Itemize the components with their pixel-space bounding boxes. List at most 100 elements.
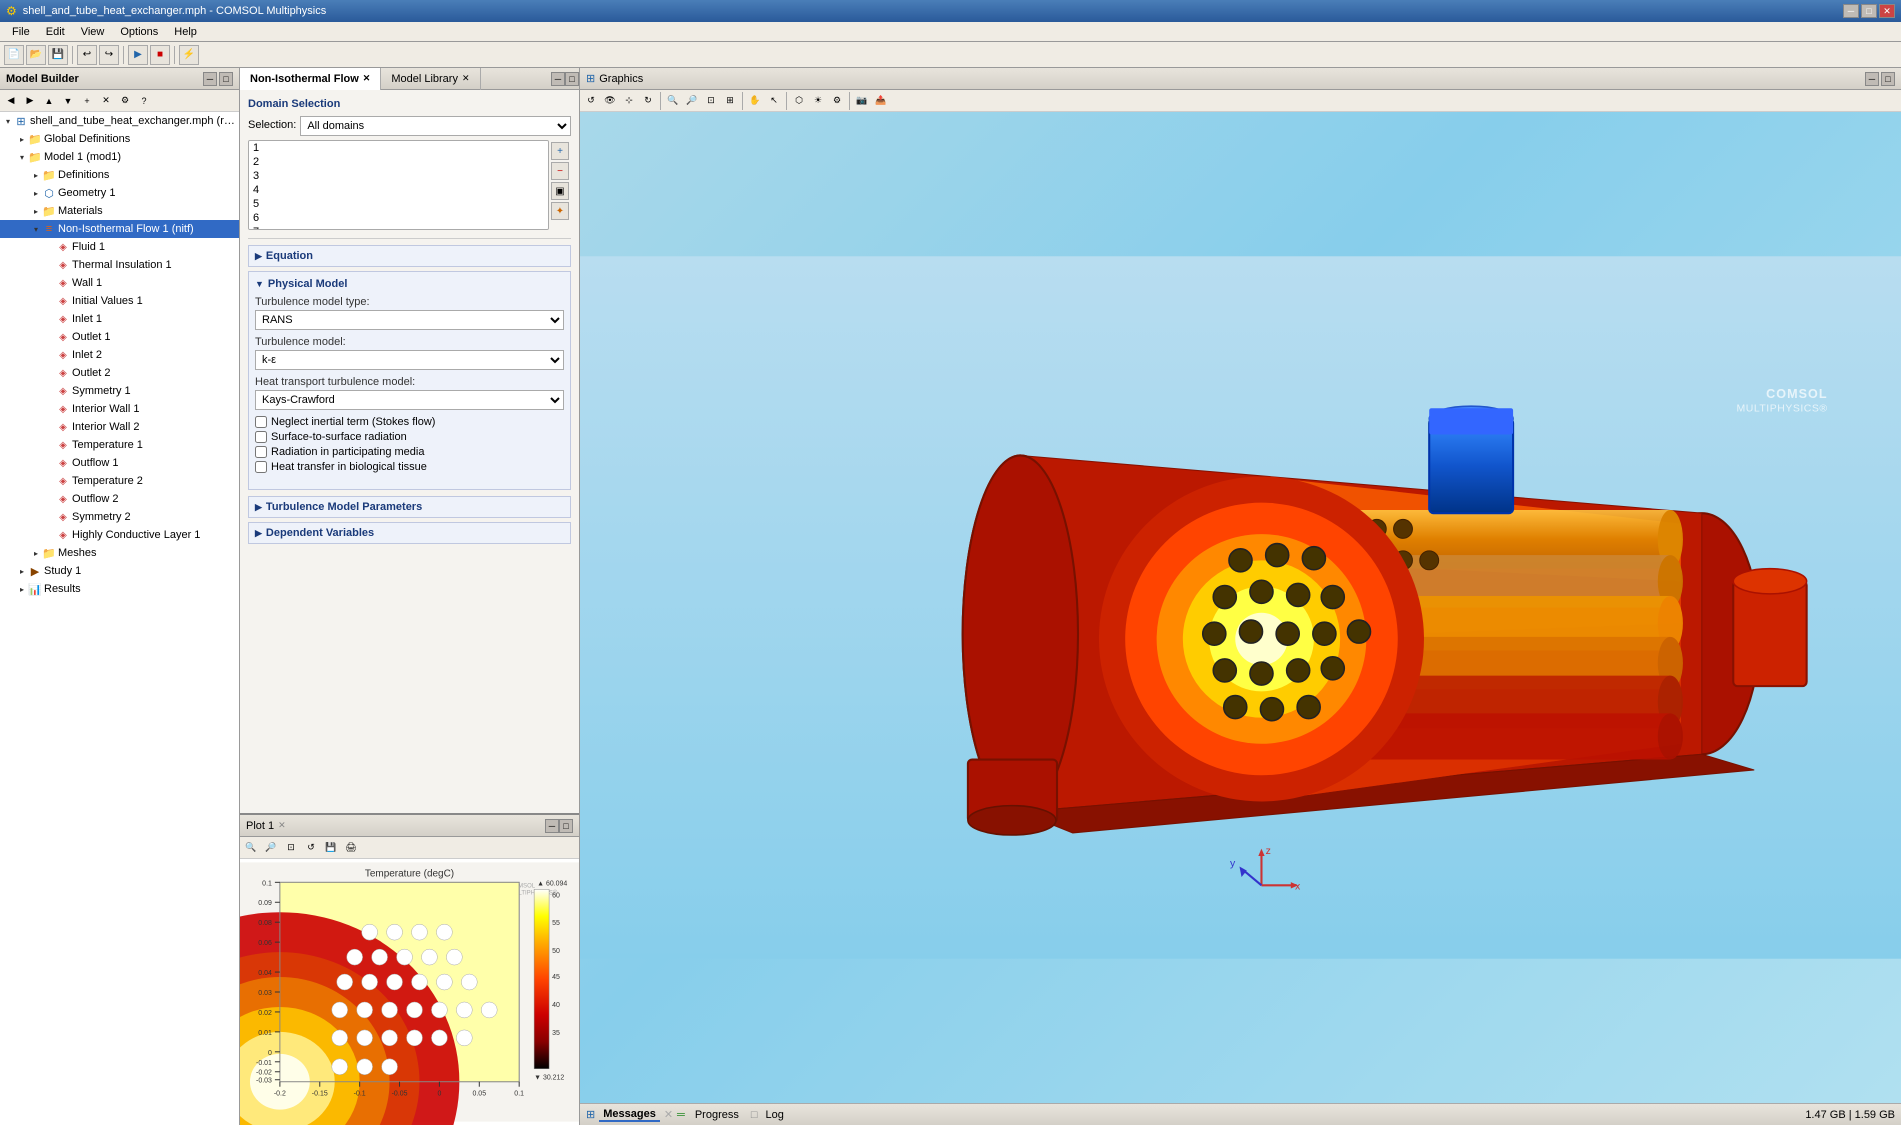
tree-item-temperature2[interactable]: ◈Temperature 2: [0, 472, 239, 490]
tree-toggle-nitf1[interactable]: ▾: [30, 223, 42, 235]
tab-non-isothermal-flow[interactable]: Non-Isothermal Flow ✕: [240, 68, 381, 90]
status-tab-log[interactable]: Log: [762, 1109, 788, 1121]
mb-add-button[interactable]: +: [78, 93, 96, 109]
save-button[interactable]: 💾: [48, 45, 68, 65]
gfx-reset-button[interactable]: ↺: [582, 93, 600, 109]
plot-print-button[interactable]: 🖨: [342, 840, 360, 856]
gfx-screenshot-button[interactable]: 📷: [853, 93, 871, 109]
tree-toggle-inlet2[interactable]: [44, 349, 56, 361]
tree-item-symmetry1[interactable]: ◈Symmetry 1: [0, 382, 239, 400]
graphics-minimize-button[interactable]: ─: [1865, 72, 1879, 86]
tree-toggle-wall1[interactable]: [44, 277, 56, 289]
tab-close-button[interactable]: ✕: [363, 73, 371, 84]
mb-up-button[interactable]: ▲: [40, 93, 58, 109]
tree-item-inlet2[interactable]: ◈Inlet 2: [0, 346, 239, 364]
tree-item-interior_wall1[interactable]: ◈Interior Wall 1: [0, 400, 239, 418]
tree-toggle-interior_wall1[interactable]: [44, 403, 56, 415]
gfx-zoom-in-button[interactable]: 🔍: [664, 93, 682, 109]
open-button[interactable]: 📂: [26, 45, 46, 65]
menu-help[interactable]: Help: [166, 24, 205, 40]
gfx-settings-button[interactable]: ⚙: [828, 93, 846, 109]
turbulence-model-dropdown[interactable]: k-ε k-ω SST: [255, 350, 564, 370]
tree-item-fluid1[interactable]: ◈Fluid 1: [0, 238, 239, 256]
dependent-vars-section[interactable]: ▶ Dependent Variables: [248, 522, 571, 544]
plot-fit-button[interactable]: ⊡: [282, 840, 300, 856]
menu-view[interactable]: View: [73, 24, 113, 40]
tree-item-nitf1[interactable]: ▾≡Non-Isothermal Flow 1 (nitf): [0, 220, 239, 238]
tree-toggle-inlet1[interactable]: [44, 313, 56, 325]
tree-item-init_vals1[interactable]: ◈Initial Values 1: [0, 292, 239, 310]
tree-item-meshes[interactable]: ▸📁Meshes: [0, 544, 239, 562]
status-tab-progress[interactable]: Progress: [691, 1109, 743, 1121]
tree-item-symmetry2[interactable]: ◈Symmetry 2: [0, 508, 239, 526]
graphics-maximize-button[interactable]: □: [1881, 72, 1895, 86]
turbulence-type-dropdown[interactable]: RANS LES None: [255, 310, 564, 330]
minimize-button[interactable]: ─: [1843, 4, 1859, 18]
middle-minimize-button[interactable]: ─: [551, 72, 565, 86]
compute-button[interactable]: ⚡: [179, 45, 199, 65]
gfx-select-button[interactable]: ↖: [765, 93, 783, 109]
tree-toggle-global_defs[interactable]: ▸: [16, 133, 28, 145]
biological-checkbox[interactable]: [255, 461, 267, 473]
tree-toggle-init_vals1[interactable]: [44, 295, 56, 307]
tree-item-inlet1[interactable]: ◈Inlet 1: [0, 310, 239, 328]
domain-remove-button[interactable]: −: [551, 162, 569, 180]
tree-toggle-outlet2[interactable]: [44, 367, 56, 379]
tab-model-library-close[interactable]: ✕: [462, 73, 470, 84]
mb-minimize-button[interactable]: ─: [203, 72, 217, 86]
menu-edit[interactable]: Edit: [38, 24, 73, 40]
tree-item-outlet1[interactable]: ◈Outlet 1: [0, 328, 239, 346]
tree-item-interior_wall2[interactable]: ◈Interior Wall 2: [0, 418, 239, 436]
undo-button[interactable]: ↩: [77, 45, 97, 65]
tree-toggle-study1[interactable]: ▸: [16, 565, 28, 577]
tree-toggle-root[interactable]: ▾: [2, 115, 14, 127]
tree-item-wall1[interactable]: ◈Wall 1: [0, 274, 239, 292]
equation-section[interactable]: ▶ Equation: [248, 245, 571, 267]
plot-save-button[interactable]: 💾: [322, 840, 340, 856]
tree-item-global_defs[interactable]: ▸📁Global Definitions: [0, 130, 239, 148]
gfx-eye-button[interactable]: 👁: [601, 93, 619, 109]
plot-zoom-in-button[interactable]: 🔍: [242, 840, 260, 856]
gfx-light-button[interactable]: ☀: [809, 93, 827, 109]
tree-item-outflow2[interactable]: ◈Outflow 2: [0, 490, 239, 508]
tree-toggle-materials[interactable]: ▸: [30, 205, 42, 217]
tree-item-materials[interactable]: ▸📁Materials: [0, 202, 239, 220]
tree-toggle-fluid1[interactable]: [44, 241, 56, 253]
tree-toggle-hcl1[interactable]: [44, 529, 56, 541]
tree-item-hcl1[interactable]: ◈Highly Conductive Layer 1: [0, 526, 239, 544]
mb-down-button[interactable]: ▼: [59, 93, 77, 109]
heat-transport-dropdown[interactable]: Kays-Crawford Simple gradient diffusion: [255, 390, 564, 410]
mb-prev-button[interactable]: ◀: [2, 93, 20, 109]
s2s-checkbox[interactable]: [255, 431, 267, 443]
gfx-zoom-box-button[interactable]: ⊡: [702, 93, 720, 109]
plot-zoom-out-button[interactable]: 🔎: [262, 840, 280, 856]
plot-minimize-button[interactable]: ─: [545, 819, 559, 833]
tree-item-model1[interactable]: ▾📁Model 1 (mod1): [0, 148, 239, 166]
gfx-rotate-button[interactable]: ↻: [639, 93, 657, 109]
graphics-viewport[interactable]: COMSOL MULTIPHYSICS® z x y: [580, 112, 1901, 1103]
tree-item-definitions[interactable]: ▸📁Definitions: [0, 166, 239, 184]
domain-copy-button[interactable]: ▣: [551, 182, 569, 200]
redo-button[interactable]: ↪: [99, 45, 119, 65]
tree-item-outlet2[interactable]: ◈Outlet 2: [0, 364, 239, 382]
stokes-checkbox[interactable]: [255, 416, 267, 428]
tree-toggle-results[interactable]: ▸: [16, 583, 28, 595]
physical-model-title[interactable]: ▼ Physical Model: [255, 278, 564, 290]
tree-toggle-model1[interactable]: ▾: [16, 151, 28, 163]
tree-toggle-symmetry1[interactable]: [44, 385, 56, 397]
tree-toggle-outflow2[interactable]: [44, 493, 56, 505]
tree-toggle-definitions[interactable]: ▸: [30, 169, 42, 181]
domain-add-button[interactable]: +: [551, 142, 569, 160]
status-tab-messages[interactable]: Messages: [599, 1108, 660, 1122]
mb-help-button[interactable]: ?: [135, 93, 153, 109]
tree-item-results[interactable]: ▸📊Results: [0, 580, 239, 598]
tree-toggle-geometry1[interactable]: ▸: [30, 187, 42, 199]
gfx-zoom-out-button[interactable]: 🔎: [683, 93, 701, 109]
tree-item-outflow1[interactable]: ◈Outflow 1: [0, 454, 239, 472]
run-button[interactable]: ▶: [128, 45, 148, 65]
menu-file[interactable]: File: [4, 24, 38, 40]
middle-maximize-button[interactable]: □: [565, 72, 579, 86]
radiation-media-checkbox[interactable]: [255, 446, 267, 458]
tree-item-study1[interactable]: ▸▶Study 1: [0, 562, 239, 580]
tree-toggle-temperature2[interactable]: [44, 475, 56, 487]
